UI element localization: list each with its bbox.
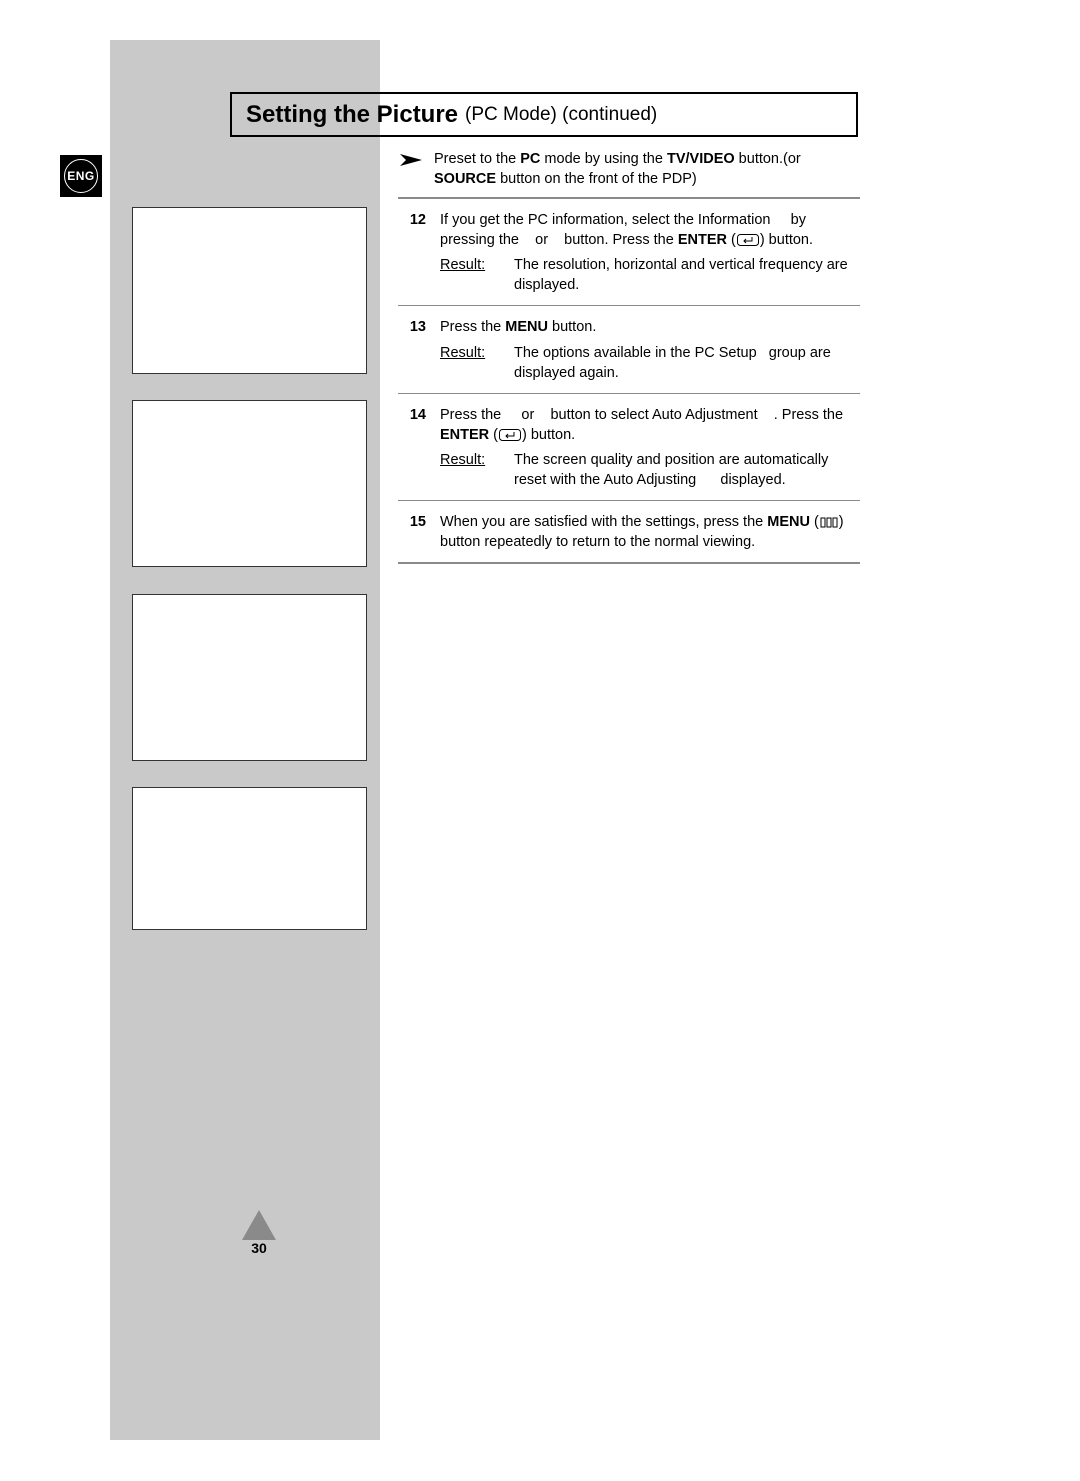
page-number: 30 [242, 1240, 276, 1256]
s13-rta: The options available in the [514, 345, 691, 361]
step-num-14: 14 [398, 406, 426, 490]
s15-a3: ( [810, 514, 819, 530]
s13-a3: button. [548, 319, 596, 335]
s12-a7: ( [727, 232, 736, 248]
result-label-14: Result: [440, 451, 502, 490]
page-title: Setting the Picture (PC Mode) (continued… [230, 92, 858, 137]
preset-t6: SOURCE [434, 171, 496, 187]
step-14: 14 Press the or button to select Auto Ad… [398, 406, 860, 501]
step-num-13: 13 [398, 318, 426, 383]
step-num-12: 12 [398, 211, 426, 295]
menu-icon [820, 517, 838, 528]
step-13: 13 Press the MENU button. Result: The op… [398, 318, 860, 394]
s15-a2: MENU [767, 514, 810, 530]
s14-a4: Auto Adjustment [652, 407, 758, 423]
preset-t2: PC [520, 151, 540, 167]
step-body-13: Press the MENU button. Result: The optio… [440, 318, 860, 383]
step-body-12: If you get the PC information, select th… [440, 211, 860, 295]
result-label-13: Result: [440, 344, 502, 383]
s12-a5: button. Press the [564, 232, 678, 248]
step-12: 12 If you get the PC information, select… [398, 211, 860, 306]
preset-t3: mode by using the [540, 151, 667, 167]
result-text-12: The resolution, horizontal and vertical … [514, 256, 860, 295]
s13-rtb: PC Setup [695, 345, 757, 361]
step-body-15: When you are satisfied with the settings… [440, 513, 860, 552]
result-row-12: Result: The resolution, horizontal and v… [440, 256, 860, 295]
step-15: 15 When you are satisfied with the setti… [398, 513, 860, 564]
content-area: Preset to the PC mode by using the TV/VI… [398, 150, 860, 576]
enter-icon [737, 234, 759, 246]
language-badge-text: ENG [67, 169, 95, 183]
s14-rtc: displayed. [720, 472, 785, 488]
arrowhead-icon [398, 152, 424, 168]
figure-placeholder-2 [132, 400, 367, 567]
s14-a7: ( [489, 427, 498, 443]
s14-a3: button to select [550, 407, 648, 423]
result-row-14: Result: The screen quality and position … [440, 451, 860, 490]
figure-placeholder-4 [132, 787, 367, 930]
s14-a5: . Press the [774, 407, 843, 423]
language-badge-circle: ENG [64, 159, 98, 193]
s12-a2: Information [698, 212, 771, 228]
s14-a8: ) button. [522, 427, 575, 443]
step-num-15: 15 [398, 513, 426, 552]
s14-rtb: Auto Adjusting [603, 472, 696, 488]
result-row-13: Result: The options available in the PC … [440, 344, 860, 383]
result-text-14: The screen quality and position are auto… [514, 451, 860, 490]
preset-t1: Preset to the [434, 151, 520, 167]
s12-a1: If you get the PC information, select th… [440, 212, 694, 228]
s14-a1: Press the [440, 407, 505, 423]
s12-a6: ENTER [678, 232, 727, 248]
preset-text: Preset to the PC mode by using the TV/VI… [434, 150, 860, 189]
page-title-bold: Setting the Picture [246, 101, 458, 129]
page-title-rest: (PC Mode) (continued) [465, 104, 657, 126]
s13-a1: Press the [440, 319, 505, 335]
language-badge: ENG [60, 155, 102, 197]
s12-a8: ) button. [760, 232, 813, 248]
preset-note: Preset to the PC mode by using the TV/VI… [398, 150, 860, 199]
preset-t5: button.(or [735, 151, 801, 167]
enter-icon [499, 429, 521, 441]
s15-a1: When you are satisfied with the settings… [440, 514, 767, 530]
result-text-13: The options available in the PC Setup gr… [514, 344, 860, 383]
figure-placeholder-1 [132, 207, 367, 374]
s14-a2: or [521, 407, 534, 423]
figure-placeholder-3 [132, 594, 367, 761]
preset-t7: button on the front of the PDP) [496, 171, 697, 187]
s13-a2: MENU [505, 319, 548, 335]
step-body-14: Press the or button to select Auto Adjus… [440, 406, 860, 490]
preset-t4: TV/VIDEO [667, 151, 735, 167]
result-label-12: Result: [440, 256, 502, 295]
s12-a4: or [535, 232, 548, 248]
s14-a6: ENTER [440, 427, 489, 443]
